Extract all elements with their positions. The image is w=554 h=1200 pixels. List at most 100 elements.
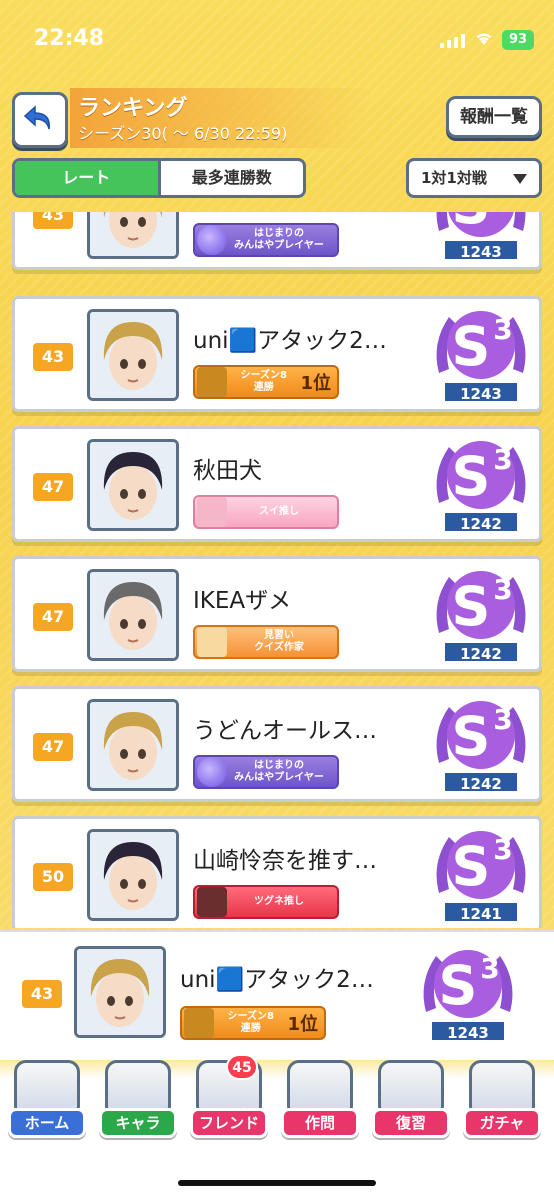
avatar[interactable]: [87, 829, 179, 921]
ranking-row[interactable]: 47 うどんオールス… はじまりの みんはやプレイヤー S 3 1242: [12, 686, 542, 802]
badge-line1: ツグネ推し: [254, 896, 304, 907]
rate-value: 1241: [443, 901, 519, 923]
nav-label: 作問: [281, 1108, 359, 1138]
battery-icon: 93: [502, 30, 534, 50]
avatar[interactable]: [87, 699, 179, 791]
svg-text:3: 3: [493, 703, 512, 736]
svg-text:S: S: [452, 315, 491, 378]
svg-text:3: 3: [493, 573, 512, 606]
nav-label: フレンド: [190, 1108, 268, 1138]
svg-text:3: 3: [493, 833, 512, 866]
notification-badge: 45: [226, 1054, 258, 1080]
nav-friend[interactable]: フレンド 45: [186, 1054, 272, 1150]
nav-gacha[interactable]: ガチャ: [459, 1060, 545, 1150]
rate-emblem: S3 1243: [429, 303, 533, 409]
avatar[interactable]: [87, 212, 179, 259]
svg-text:S: S: [439, 954, 478, 1017]
nav-home[interactable]: ホーム: [4, 1060, 90, 1150]
svg-text:3: 3: [480, 952, 499, 985]
badge-icon: [197, 757, 227, 787]
rate-value: 1243: [443, 239, 519, 261]
svg-text:S: S: [452, 212, 491, 236]
rank-number: 47: [33, 733, 73, 761]
badge-line2: 連勝: [240, 1023, 261, 1034]
badge-icon: [197, 225, 227, 255]
signal-icon: [440, 32, 465, 48]
svg-text:3: 3: [493, 443, 512, 476]
player-name: 秋田犬: [193, 458, 262, 484]
chevron-down-icon: [513, 174, 527, 184]
badge-line1: 見習い: [264, 630, 294, 641]
status-bar: 22:48 93: [0, 0, 554, 80]
nav-label: ホーム: [8, 1108, 86, 1138]
nav-character[interactable]: キャラ: [95, 1060, 181, 1150]
rate-emblem: S31243: [416, 942, 520, 1048]
rank-number: 43: [33, 343, 73, 371]
ranking-row[interactable]: 43 uni🟦アタック2… シーズン8 連勝 1位 S 3 1243: [12, 296, 542, 412]
badge-rank: 1位: [287, 1014, 318, 1035]
badge-line2: 連勝: [253, 382, 274, 393]
rate-value: 1242: [443, 511, 519, 533]
badge-line1: はじまりの: [254, 760, 304, 771]
rank-number: 47: [33, 473, 73, 501]
rank-number: 47: [33, 603, 73, 631]
player-name: uni🟦アタック2…: [180, 967, 374, 993]
nav-review[interactable]: 復習: [368, 1060, 454, 1150]
svg-text:S: S: [452, 835, 491, 898]
badge-line1: はじまりの: [254, 228, 304, 239]
badge-icon: [197, 887, 227, 917]
tab-rate[interactable]: レート: [15, 161, 161, 195]
title-badge: スイ推し: [193, 495, 339, 529]
badge-line2: みんはやプレイヤー: [234, 240, 324, 251]
svg-text:3: 3: [493, 313, 512, 346]
home-indicator: [178, 1180, 376, 1186]
badge-icon: [197, 627, 227, 657]
tab-max-win-streak[interactable]: 最多連勝数: [161, 161, 304, 195]
my-ranking-row[interactable]: 43 uni🟦アタック2… シーズン8 連勝 1位 S 3 1243: [0, 930, 554, 1060]
player-name: コロン…アルストルト…バ…: [193, 212, 423, 213]
title-badge: シーズン8 連勝 1位: [180, 1006, 326, 1040]
battle-mode-select[interactable]: 1対1対戦: [406, 158, 542, 198]
bottom-navigation: ホーム キャラ フレンド 45 作問 復習 ガチャ: [0, 1052, 554, 1200]
avatar[interactable]: [87, 439, 179, 531]
nav-label: ガチャ: [463, 1108, 541, 1138]
svg-text:S: S: [452, 445, 491, 508]
back-button[interactable]: [12, 92, 68, 148]
title-badge: ツグネ推し: [193, 885, 339, 919]
rewards-list-button[interactable]: 報酬一覧: [446, 96, 542, 138]
rate-value: 1243: [443, 381, 519, 403]
ranking-row[interactable]: 50 山崎怜奈を推す… ツグネ推し S 3 1241: [12, 816, 542, 928]
title-badge: はじまりの みんはやプレイヤー: [193, 755, 339, 789]
ranking-row[interactable]: 43 コロン…アルストルト…バ… はじまりのみんはやプレイヤー S31243: [12, 212, 542, 270]
title-badge: はじまりの みんはやプレイヤー: [193, 223, 339, 257]
avatar[interactable]: [87, 309, 179, 401]
ranking-row[interactable]: 47 IKEAザメ 見習い クイズ作家 S 3 1242: [12, 556, 542, 672]
nav-label: 復習: [372, 1108, 450, 1138]
badge-line1: スイ推し: [259, 506, 299, 517]
rate-emblem: S 3 1241: [429, 823, 533, 928]
title-badge: 見習い クイズ作家: [193, 625, 339, 659]
battle-mode-value: 1対1対戦: [421, 169, 487, 187]
ranking-tabs: レート 最多連勝数: [12, 158, 306, 198]
nav-label: キャラ: [99, 1108, 177, 1138]
badge-line2: みんはやプレイヤー: [234, 772, 324, 783]
ranking-list[interactable]: 43コロン…アルストルト…バ…はじまりのみんはやプレイヤーS31243 43un…: [0, 212, 554, 928]
page-title: ランキング: [78, 96, 188, 121]
avatar[interactable]: [74, 946, 166, 1038]
badge-line1: シーズン8: [227, 1011, 274, 1022]
back-arrow-icon: [23, 105, 50, 130]
player-name: 山崎怜奈を推す…: [193, 848, 377, 874]
nav-quiz-create[interactable]: 作問: [277, 1060, 363, 1150]
rate-emblem: S 3 1242: [429, 433, 533, 539]
wifi-icon: [476, 33, 492, 45]
title-badge: シーズン8 連勝 1位: [193, 365, 339, 399]
rank-number: 43: [22, 980, 62, 1008]
rank-number: 50: [33, 863, 73, 891]
season-period: シーズン30( ～ 6/30 22:59): [78, 124, 288, 143]
avatar[interactable]: [87, 569, 179, 661]
ranking-row[interactable]: 47 秋田犬スイ推し S 3 1242: [12, 426, 542, 542]
player-name: uni🟦アタック2…: [193, 328, 387, 354]
rate-emblem: S31243: [429, 212, 533, 267]
status-time: 22:48: [34, 26, 105, 51]
badge-line2: クイズ作家: [254, 642, 304, 653]
